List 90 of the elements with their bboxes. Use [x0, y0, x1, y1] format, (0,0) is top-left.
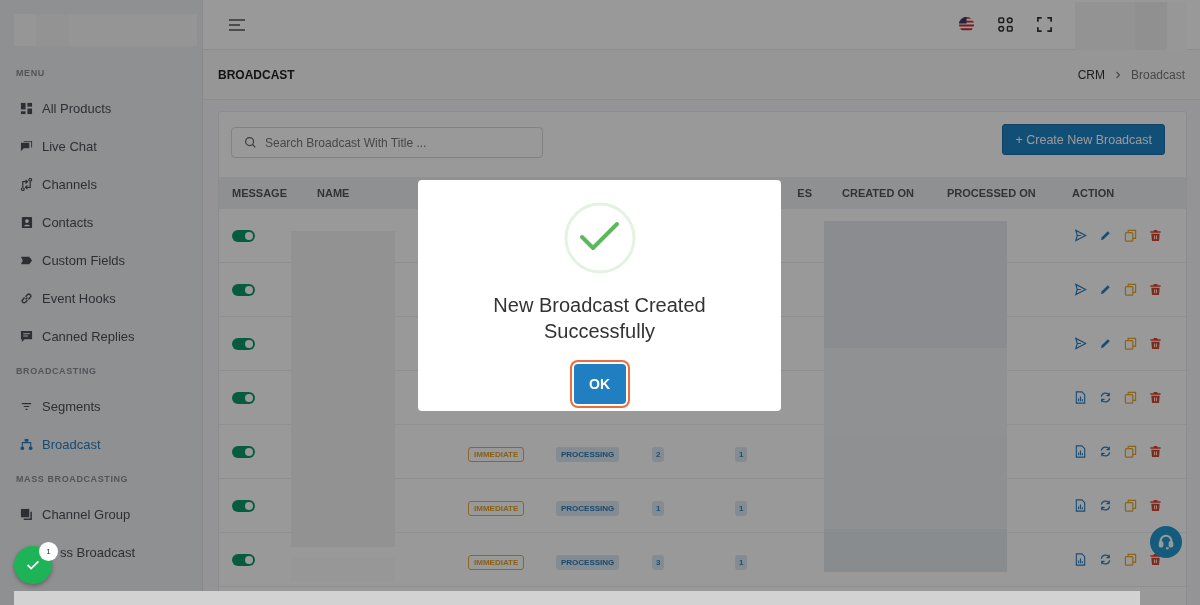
send-icon[interactable]	[1074, 337, 1087, 350]
count-badge: 1	[735, 446, 748, 462]
copy-icon[interactable]	[1124, 553, 1137, 566]
pencil-icon[interactable]	[1099, 229, 1112, 242]
sidebar-item[interactable]: Live Chat	[14, 127, 97, 165]
chat-bubbles-icon	[20, 139, 33, 153]
message-toggle[interactable]	[232, 554, 255, 567]
trash-icon[interactable]	[1149, 337, 1162, 350]
page-title: BROADCAST	[218, 67, 295, 82]
sidebar-item[interactable]: ss Broadcast	[60, 533, 136, 571]
refresh-icon[interactable]	[1099, 499, 1112, 512]
trash-icon[interactable]	[1149, 553, 1162, 566]
message-toggle[interactable]	[232, 446, 255, 459]
count-badge: 3	[652, 554, 665, 570]
copy-icon[interactable]	[1124, 283, 1137, 296]
create-broadcast-button[interactable]: + Create New Broadcast	[1002, 124, 1165, 155]
refresh-icon[interactable]	[1099, 553, 1112, 566]
column-header: NAME	[317, 187, 350, 199]
chevron-icon	[1114, 70, 1121, 79]
report-icon[interactable]	[1074, 445, 1087, 458]
count-badge: 1	[652, 500, 665, 516]
search-field[interactable]: Search Broadcast With Title ...	[231, 127, 543, 158]
copy-icon[interactable]	[1124, 445, 1137, 458]
stacked-squares-icon	[20, 507, 33, 521]
pencil-icon[interactable]	[1099, 337, 1112, 350]
copy-icon[interactable]	[1124, 499, 1137, 512]
message-toggle[interactable]	[232, 284, 255, 297]
success-check-icon	[563, 202, 636, 274]
column-header: CREATED ON	[842, 187, 914, 199]
message-toggle[interactable]	[232, 500, 255, 513]
trash-icon[interactable]	[1149, 445, 1162, 458]
message-toggle[interactable]	[232, 230, 255, 243]
send-icon[interactable]	[1074, 283, 1087, 296]
status-badge: PROCESSING	[556, 446, 620, 462]
report-icon[interactable]	[1074, 499, 1087, 512]
menu-icon[interactable]	[228, 17, 246, 32]
trash-icon[interactable]	[1149, 283, 1162, 296]
contact-book-icon	[20, 215, 33, 229]
send-icon[interactable]	[1074, 229, 1087, 242]
section-title: MASS BROADCASTING	[16, 474, 130, 486]
count-badge: 1	[735, 500, 748, 516]
headset-icon	[1157, 533, 1175, 551]
column-header: PROCESSED ON	[947, 187, 1036, 199]
dialog-message: New Broadcast Created Successfully	[492, 293, 707, 344]
status-badge: PROCESSING	[556, 500, 620, 516]
column-header: ACTION	[1072, 187, 1115, 199]
trash-icon[interactable]	[1149, 499, 1162, 512]
fullscreen-icon[interactable]	[1036, 16, 1053, 33]
sidebar-item[interactable]: Channel Group	[14, 495, 131, 533]
sidebar-item[interactable]: All Products	[14, 89, 112, 127]
horizontal-scrollbar[interactable]	[14, 591, 1140, 605]
link-icon	[20, 291, 33, 305]
sidebar-item[interactable]: Custom Fields	[14, 241, 126, 279]
schedule-badge: IMMEDIATE	[468, 554, 525, 570]
breadcrumb-item: Broadcast	[1130, 67, 1185, 82]
count-badge: 1	[735, 554, 748, 570]
copy-icon[interactable]	[1124, 229, 1137, 242]
section-title: MENU	[16, 68, 46, 80]
dashboard-icon	[20, 101, 33, 115]
sidebar-item[interactable]: Event Hooks	[14, 279, 116, 317]
column-header: MESSAGE	[232, 187, 287, 199]
swap-arrows-icon	[20, 177, 33, 191]
trash-icon[interactable]	[1149, 391, 1162, 404]
refresh-icon[interactable]	[1099, 445, 1112, 458]
sidebar-item[interactable]: Channels	[14, 165, 97, 203]
refresh-icon[interactable]	[1099, 391, 1112, 404]
pencil-icon[interactable]	[1099, 283, 1112, 296]
breadcrumb-item[interactable]: CRM	[1077, 67, 1105, 82]
sidebar-item[interactable]: Broadcast	[14, 425, 101, 463]
schedule-badge: IMMEDIATE	[468, 500, 525, 516]
sidebar-item[interactable]: Contacts	[14, 203, 94, 241]
copy-icon[interactable]	[1124, 337, 1137, 350]
report-icon[interactable]	[1074, 391, 1087, 404]
search-icon	[244, 136, 257, 149]
count-badge: 2	[652, 446, 665, 462]
trash-icon[interactable]	[1149, 229, 1162, 242]
sidebar-item[interactable]: Segments	[14, 387, 101, 425]
report-icon[interactable]	[1074, 553, 1087, 566]
message-toggle[interactable]	[232, 392, 255, 405]
nodes-icon	[20, 437, 33, 451]
status-badge: PROCESSING	[556, 554, 620, 570]
schedule-badge: IMMEDIATE	[468, 446, 525, 462]
sidebar-item[interactable]: Canned Replies	[14, 317, 135, 355]
apps-icon[interactable]	[997, 16, 1014, 33]
flag-icon[interactable]	[958, 16, 975, 33]
message-toggle[interactable]	[232, 338, 255, 351]
message-icon	[20, 329, 33, 343]
column-header: ES	[797, 187, 812, 199]
section-title: BROADCASTING	[16, 366, 98, 378]
copy-icon[interactable]	[1124, 391, 1137, 404]
